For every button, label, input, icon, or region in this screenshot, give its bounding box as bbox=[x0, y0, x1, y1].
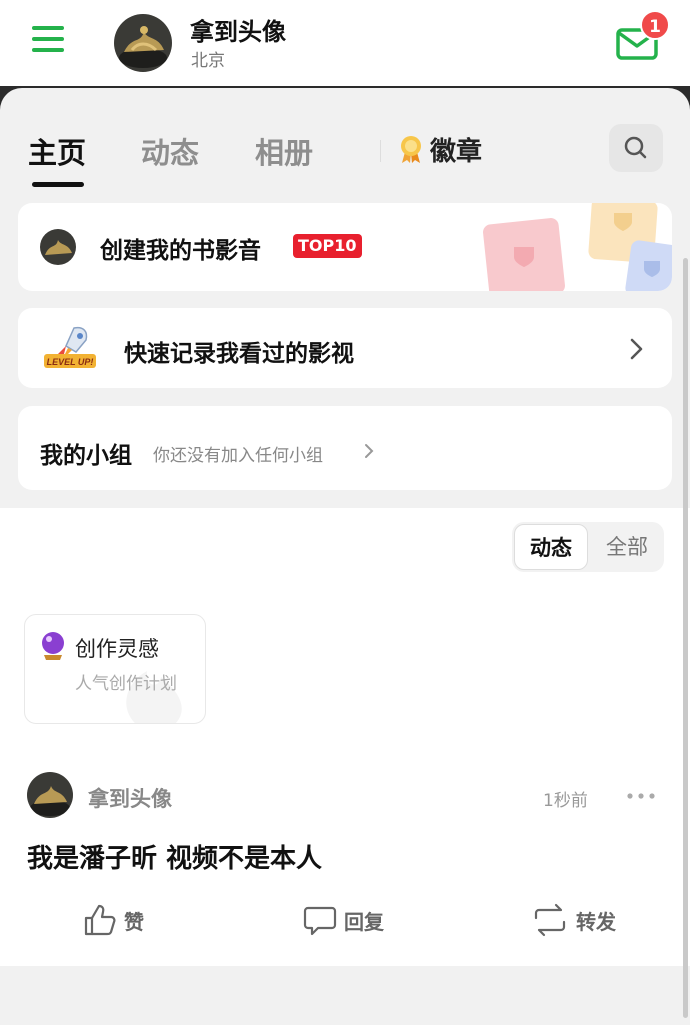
chevron-right-icon bbox=[630, 338, 643, 360]
comment-bubble-icon bbox=[303, 906, 337, 936]
tab-badges-label: 徽章 bbox=[430, 136, 483, 167]
menu-button[interactable] bbox=[28, 26, 68, 58]
reply-button[interactable]: 回复 bbox=[302, 898, 384, 942]
profile-location: 北京 bbox=[191, 51, 225, 71]
more-options-icon[interactable] bbox=[626, 791, 656, 801]
medal-icon bbox=[401, 136, 421, 163]
thumbs-up-icon bbox=[84, 904, 116, 936]
create-collection-card[interactable]: 创建我的书影音 TOP10 bbox=[18, 203, 672, 291]
top10-badge: TOP10 bbox=[293, 234, 362, 258]
feed-filter-toggle: 动态 全部 bbox=[512, 522, 664, 572]
tab-home[interactable]: 主页 bbox=[28, 130, 86, 172]
rocket-level-up-icon: LEVEL UP! bbox=[44, 326, 96, 368]
my-groups-subtitle: 你还没有加入任何小组 bbox=[153, 446, 323, 466]
post-author-name[interactable]: 拿到头像 bbox=[88, 783, 172, 813]
create-collection-text: 创建我的书影音 bbox=[100, 238, 261, 264]
menu-icon-line bbox=[32, 48, 64, 52]
post-content: 我是潘子昕 视频不是本人 bbox=[27, 844, 323, 874]
tab-album[interactable]: 相册 bbox=[255, 130, 313, 172]
quick-record-card[interactable]: LEVEL UP! 快速记录我看过的影视 bbox=[18, 308, 672, 388]
profile-sheet: 主页 动态 相册 徽章 创建我的书影音 TOP10 LEVEL UP! 快速记录… bbox=[0, 88, 690, 1025]
like-label: 赞 bbox=[124, 909, 144, 934]
search-button[interactable] bbox=[609, 124, 663, 172]
menu-icon bbox=[32, 26, 64, 30]
crystal-ball-icon bbox=[42, 632, 64, 660]
quick-record-text: 快速记录我看过的影视 bbox=[124, 341, 354, 367]
filter-all-option[interactable]: 全部 bbox=[590, 522, 664, 572]
scrollbar[interactable] bbox=[683, 258, 688, 1018]
search-icon bbox=[624, 136, 647, 159]
small-avatar bbox=[40, 229, 76, 265]
my-groups-title: 我的小组 bbox=[40, 443, 132, 469]
menu-icon-line bbox=[32, 37, 64, 41]
profile-name: 拿到头像 bbox=[190, 18, 286, 46]
post-author-avatar[interactable] bbox=[27, 772, 73, 818]
share-label: 转发 bbox=[576, 909, 616, 934]
activity-feed: 动态 全部 创作灵感 人气创作计划 拿到头像 1秒前 我是潘子昕 视频不是本人 … bbox=[0, 508, 690, 966]
my-groups-card[interactable]: 我的小组 你还没有加入任何小组 bbox=[18, 406, 672, 490]
chevron-right-icon bbox=[365, 444, 374, 458]
mail-unread-badge: 1 bbox=[640, 10, 670, 40]
repost-icon bbox=[534, 903, 566, 937]
decorative-cards-illustration bbox=[483, 203, 672, 291]
tab-badges[interactable]: 徽章 bbox=[398, 132, 483, 167]
filter-activity-option[interactable]: 动态 bbox=[514, 524, 588, 570]
share-button[interactable]: 转发 bbox=[530, 898, 616, 942]
tab-activity[interactable]: 动态 bbox=[141, 130, 199, 172]
avatar[interactable] bbox=[114, 14, 172, 72]
svg-text:LEVEL UP!: LEVEL UP! bbox=[47, 357, 94, 367]
inspiration-title: 创作灵感 bbox=[75, 637, 159, 661]
like-button[interactable]: 赞 bbox=[82, 898, 144, 942]
creative-inspiration-card[interactable]: 创作灵感 人气创作计划 bbox=[24, 614, 206, 724]
post-timestamp: 1秒前 bbox=[543, 791, 588, 811]
top-app-bar: 拿到头像 北京 1 bbox=[0, 0, 690, 86]
profile-tabs: 主页 动态 相册 徽章 bbox=[0, 88, 690, 196]
active-tab-indicator bbox=[32, 182, 84, 187]
inspiration-subtitle: 人气创作计划 bbox=[75, 674, 177, 694]
reply-label: 回复 bbox=[344, 909, 384, 934]
tab-divider bbox=[380, 140, 381, 162]
